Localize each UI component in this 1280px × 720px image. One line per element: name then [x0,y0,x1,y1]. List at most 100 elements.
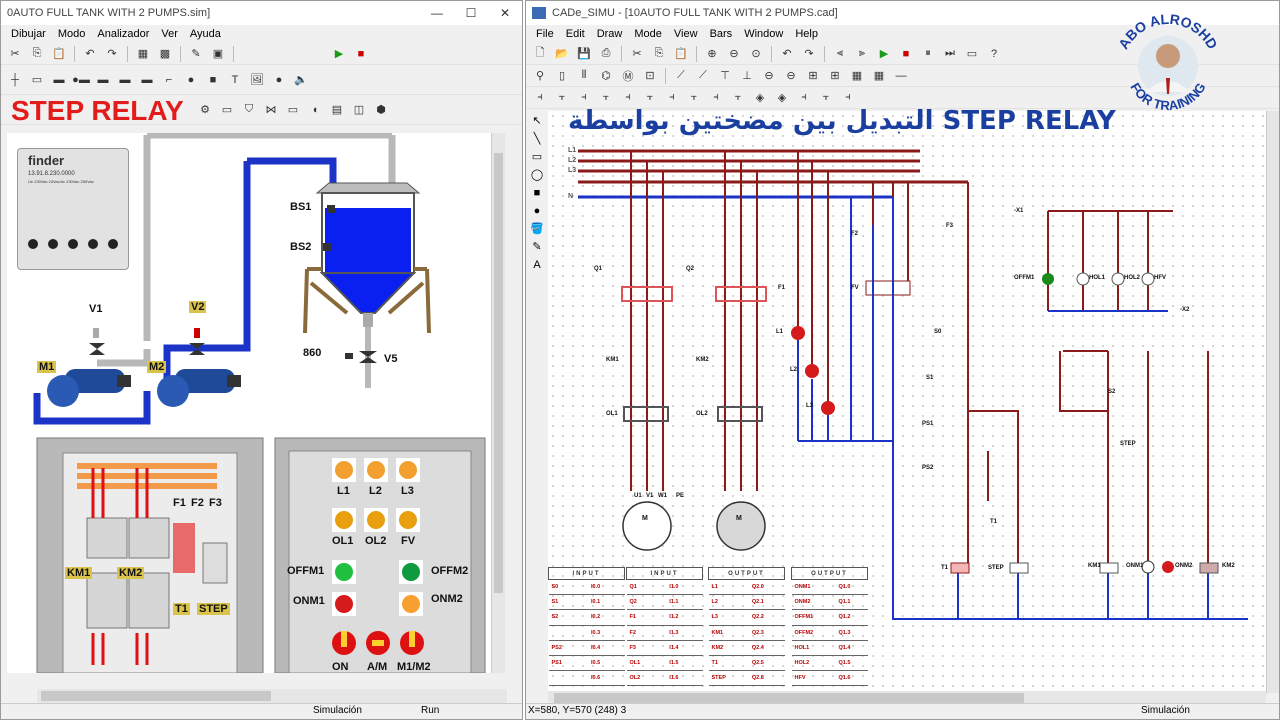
horizontal-scrollbar[interactable] [37,689,507,703]
drop-icon[interactable]: ● [269,71,289,89]
selector-switches[interactable] [332,631,424,655]
maximize-icon[interactable]: ☐ [454,1,488,25]
line-icon[interactable]: ╲ [529,131,545,147]
undo-icon[interactable]: ↶ [777,45,797,63]
counter-icon[interactable]: ⫞ [618,89,638,107]
valve-v1[interactable] [89,343,105,355]
stop-icon[interactable]: ■ [896,45,916,63]
schematic-canvas[interactable]: L1 L2 L3 N Q1 Q2 KM1 KM2 OL1 OL2 F1 F2 F… [548,111,1266,693]
minus-tool-icon[interactable]: — [891,67,911,85]
zoom-fit-icon[interactable]: ⊙ [746,45,766,63]
rectangle-icon[interactable]: ▭ [529,149,545,165]
panel-icon[interactable]: ▭ [217,101,237,119]
rect-icon[interactable]: ▭ [27,71,47,89]
wire-icon[interactable]: ▬ [49,71,69,89]
cross-icon[interactable]: ┼ [5,71,25,89]
cut-icon[interactable]: ✂ [5,45,25,63]
coil-km1[interactable] [1099,562,1119,574]
lamp-offm1[interactable] [1042,273,1054,285]
play-icon[interactable]: ▶ [874,45,894,63]
paste-icon[interactable]: 📋 [671,45,691,63]
lamp-tool-icon[interactable]: ⚲ [530,67,550,85]
close-icon[interactable]: ✕ [488,1,522,25]
copy-icon[interactable]: ⎘ [27,45,47,63]
menu-ayuda[interactable]: Ayuda [184,28,227,40]
grid2-icon[interactable]: ▩ [155,45,175,63]
lamp-hfv[interactable] [1141,272,1155,286]
io-tool-icon[interactable]: ▦ [847,67,867,85]
square-icon[interactable]: ■ [203,71,223,89]
menu-analizador[interactable]: Analizador [91,28,155,40]
lamp-l2[interactable] [805,364,819,378]
step-icon[interactable]: ⏭ [940,45,960,63]
diamond2-icon[interactable]: ◈ [772,89,792,107]
zoom-out-icon[interactable]: ⊖ [724,45,744,63]
new-icon[interactable]: 🗋 [530,45,550,63]
menu-view[interactable]: View [668,28,704,40]
branch3-icon[interactable]: ⫞ [838,89,858,107]
timer-off-icon[interactable]: ⫟ [596,89,616,107]
picker-icon[interactable]: ✎ [529,239,545,255]
lamp-l1[interactable] [791,326,805,340]
ellipse-icon[interactable]: ◯ [529,167,545,183]
align2-icon[interactable]: ⫸ [852,45,872,63]
pump-m1[interactable] [47,369,131,407]
menu-modo[interactable]: Modo [52,28,92,40]
redo-icon[interactable]: ↷ [799,45,819,63]
paste-icon[interactable]: 📋 [49,45,69,63]
plc2-tool-icon[interactable]: ⊞ [825,67,845,85]
pointer-icon[interactable]: ↖ [529,113,545,129]
valve-icon[interactable]: ⋈ [261,101,281,119]
filled-rect-icon[interactable]: ■ [529,185,545,201]
image-icon[interactable]: 🖼 [247,71,267,89]
menu-ver[interactable]: Ver [155,28,184,40]
no-contact-icon[interactable]: ⫞ [530,89,550,107]
grid-icon[interactable]: ▦ [133,45,153,63]
undo-icon[interactable]: ↶ [80,45,100,63]
gear-icon[interactable]: ⚙ [195,101,215,119]
menu-help[interactable]: Help [789,28,824,40]
circle-icon[interactable]: ● [181,71,201,89]
set-icon[interactable]: ⫞ [662,89,682,107]
pulse-icon[interactable]: ⫟ [640,89,660,107]
motor-tool-icon[interactable]: Ⓜ [618,67,638,85]
io2-tool-icon[interactable]: ▦ [869,67,889,85]
bracket-icon[interactable]: ◫ [349,101,369,119]
menu-window[interactable]: Window [738,28,789,40]
menu-mode[interactable]: Mode [628,28,668,40]
menu-edit[interactable]: Edit [560,28,591,40]
reset-icon[interactable]: ⫟ [684,89,704,107]
nc-contact-icon[interactable]: ⫟ [552,89,572,107]
pause-icon[interactable]: ⏸ [918,45,938,63]
level-sensor-1[interactable] [327,205,335,213]
stop-icon[interactable]: ■ [351,45,371,63]
timer-on-icon[interactable]: ⫞ [574,89,594,107]
lamp-hol1[interactable] [1076,272,1090,286]
play-icon[interactable]: ▶ [329,45,349,63]
pipe-icon[interactable]: ⌐ [159,71,179,89]
save-icon[interactable]: 💾 [574,45,594,63]
vertical-scrollbar[interactable] [1266,111,1279,693]
motor-1[interactable] [622,501,672,551]
help-icon[interactable]: ? [984,45,1004,63]
contact-tool-icon[interactable]: ⫴ [574,67,594,85]
mem2-icon[interactable]: ⫟ [728,89,748,107]
lamp-l3[interactable] [821,401,835,415]
filled-ellipse-icon[interactable]: ● [529,203,545,219]
copy-icon[interactable]: ⎘ [649,45,669,63]
coil-km2[interactable] [1199,562,1219,574]
plc-tool-icon[interactable]: ⊞ [803,67,823,85]
lamp-onm1[interactable] [1141,560,1155,574]
button2-tool-icon[interactable]: ⊥ [737,67,757,85]
minimize-icon[interactable]: — [420,1,454,25]
level-sensor-2[interactable] [323,243,331,251]
valve-v5[interactable] [359,351,377,363]
screen-icon[interactable]: ▭ [962,45,982,63]
branch-icon[interactable]: ⫞ [794,89,814,107]
vertical-scrollbar[interactable] [491,133,505,673]
lamp-hol2[interactable] [1111,272,1125,286]
timer-tool-icon[interactable]: ⊖ [781,67,801,85]
menu-dibujar[interactable]: Dibujar [5,28,52,40]
switch-tool-icon[interactable]: ⟋ [671,67,691,85]
diamond-icon[interactable]: ◈ [750,89,770,107]
